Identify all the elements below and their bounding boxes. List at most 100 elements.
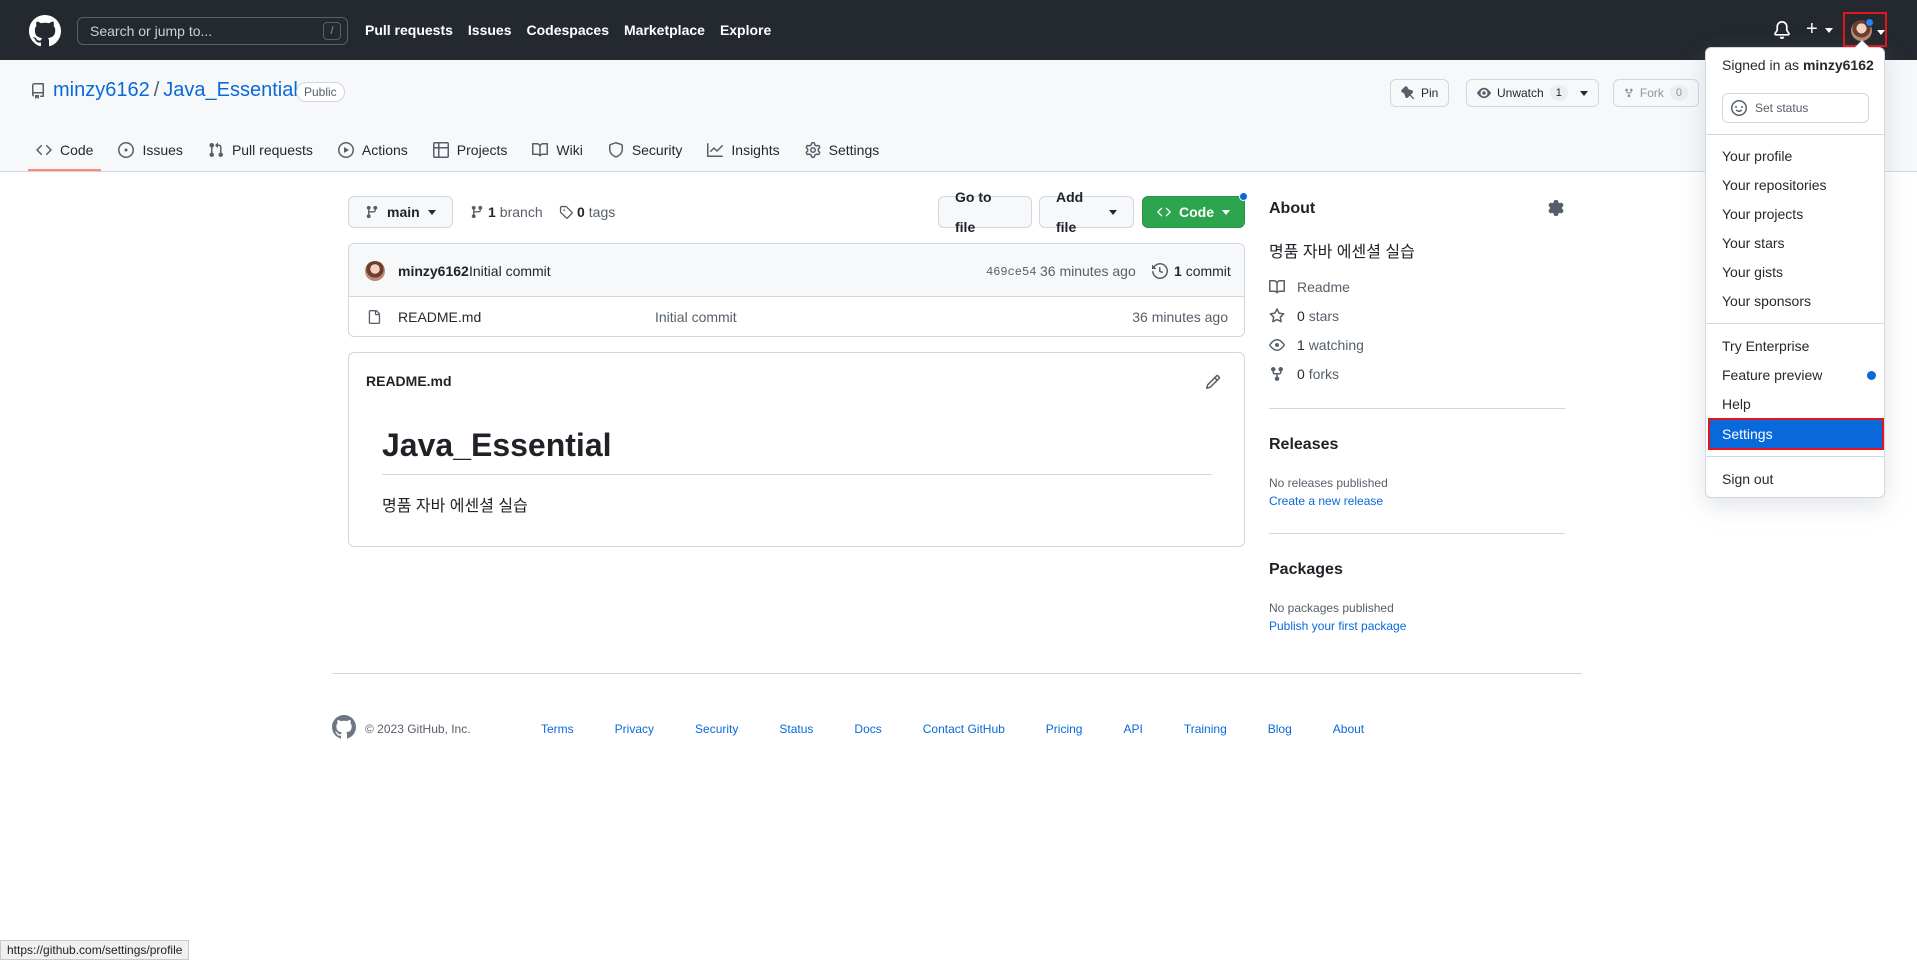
stars-link[interactable]: 0 stars (1269, 308, 1339, 324)
create-new-caret-icon[interactable] (1825, 28, 1833, 33)
about-description: 명품 자바 에센셜 실습 (1269, 244, 1415, 261)
tab-projects[interactable]: Projects (425, 129, 516, 171)
search-input[interactable]: Search or jump to... / (77, 17, 348, 45)
nav-issues[interactable]: Issues (468, 22, 512, 38)
fork-button[interactable]: Fork 0 (1613, 79, 1699, 107)
sidebar-divider (1269, 408, 1565, 409)
add-file-button[interactable]: Add file (1039, 189, 1134, 235)
code-button[interactable]: Code (1142, 196, 1245, 228)
commit-sha-link[interactable]: 469ce54 (986, 265, 1036, 279)
branches-link[interactable]: 1 branch (470, 204, 543, 220)
footer-link-status[interactable]: Status (779, 722, 813, 736)
repo-name-link[interactable]: Java_Essential (163, 79, 298, 101)
avatar[interactable] (365, 261, 385, 281)
footer-link-privacy[interactable]: Privacy (615, 722, 654, 736)
file-list: minzy6162 Initial commit 469ce54 36 minu… (348, 243, 1245, 337)
footer-link-contact[interactable]: Contact GitHub (923, 722, 1005, 736)
go-to-file-button[interactable]: Go to file (938, 189, 1032, 235)
footer-copyright: © 2023 GitHub, Inc. (365, 722, 471, 736)
fork-label: Fork (1639, 86, 1664, 100)
global-nav: Pull requests Issues Codespaces Marketpl… (365, 0, 786, 60)
graph-icon (707, 143, 724, 157)
pencil-icon[interactable] (1205, 374, 1221, 390)
create-new-plus-icon[interactable]: + (1806, 19, 1818, 39)
repo-owner-link[interactable]: minzy6162 (53, 79, 150, 101)
menu-item-help[interactable]: Help (1722, 396, 1751, 412)
menu-item-your-projects[interactable]: Your projects (1722, 206, 1803, 222)
about-title: About (1269, 200, 1316, 217)
watchers-link[interactable]: 1 watching (1269, 337, 1364, 353)
footer-link-security[interactable]: Security (695, 722, 738, 736)
watching-count: 1 (1297, 337, 1305, 353)
chevron-down-icon (427, 209, 436, 215)
footer-divider (332, 673, 1582, 674)
readme-filename-link[interactable]: README.md (366, 373, 452, 389)
tab-settings[interactable]: Settings (797, 129, 888, 171)
readme-link[interactable]: Readme (1269, 279, 1350, 295)
footer-link-docs[interactable]: Docs (854, 722, 881, 736)
releases-title-link[interactable]: Releases (1269, 436, 1338, 454)
pin-label: Pin (1421, 86, 1439, 100)
tab-code[interactable]: Code (28, 129, 102, 171)
github-logo-icon[interactable] (29, 15, 61, 47)
footer-link-blog[interactable]: Blog (1268, 722, 1292, 736)
menu-item-try-enterprise[interactable]: Try Enterprise (1722, 338, 1809, 354)
nav-explore[interactable]: Explore (720, 22, 771, 38)
menu-item-feature-preview[interactable]: Feature preview (1722, 367, 1822, 383)
menu-item-settings[interactable]: Settings (1708, 418, 1884, 450)
forks-link[interactable]: 0 forks (1269, 366, 1339, 382)
unwatch-button[interactable]: Unwatch 1 (1466, 79, 1599, 107)
file-commit-message-link[interactable]: Initial commit (655, 309, 737, 325)
nav-codespaces[interactable]: Codespaces (527, 22, 609, 38)
tab-projects-label: Projects (456, 142, 508, 158)
tab-actions[interactable]: Actions (330, 129, 416, 171)
nav-pull-requests[interactable]: Pull requests (365, 22, 453, 38)
unwatch-label: Unwatch (1497, 86, 1544, 100)
footer-link-about[interactable]: About (1333, 722, 1364, 736)
file-name-link[interactable]: README.md (398, 309, 481, 325)
menu-item-your-stars[interactable]: Your stars (1722, 235, 1785, 251)
chevron-down-icon (1222, 209, 1230, 215)
tab-wiki-label: Wiki (556, 142, 583, 158)
commit-message-link[interactable]: Initial commit (469, 263, 551, 279)
footer-link-api[interactable]: API (1123, 722, 1142, 736)
menu-item-your-repositories[interactable]: Your repositories (1722, 177, 1827, 193)
pin-button[interactable]: Pin (1390, 79, 1450, 107)
bell-icon[interactable] (1773, 21, 1791, 39)
gear-icon[interactable] (1548, 200, 1564, 216)
tag-icon (559, 205, 573, 219)
branch-select-button[interactable]: main (348, 196, 453, 228)
packages-title-link[interactable]: Packages (1269, 561, 1343, 579)
packages-empty-text: No packages published (1269, 601, 1394, 615)
set-status-button[interactable]: Set status (1722, 93, 1869, 123)
github-logo-icon[interactable] (332, 715, 356, 739)
menu-item-sign-out[interactable]: Sign out (1722, 471, 1773, 487)
commit-history-link[interactable]: 1 commit (1152, 263, 1231, 279)
tab-pull-requests[interactable]: Pull requests (200, 129, 321, 171)
publish-package-link[interactable]: Publish your first package (1269, 619, 1406, 633)
footer-link-pricing[interactable]: Pricing (1046, 722, 1083, 736)
menu-divider (1706, 456, 1884, 457)
tab-pull-requests-label: Pull requests (231, 142, 313, 158)
menu-item-your-profile[interactable]: Your profile (1722, 148, 1792, 164)
menu-divider (1706, 323, 1884, 324)
stars-label: stars (1308, 308, 1340, 324)
footer-link-terms[interactable]: Terms (541, 722, 574, 736)
tab-security[interactable]: Security (600, 129, 691, 171)
create-release-link[interactable]: Create a new release (1269, 494, 1383, 508)
menu-item-your-gists[interactable]: Your gists (1722, 264, 1783, 280)
visibility-badge: Public (296, 82, 345, 102)
menu-item-your-sponsors[interactable]: Your sponsors (1722, 293, 1811, 309)
sidebar-divider (1269, 533, 1565, 534)
tags-link[interactable]: 0 tags (559, 204, 615, 220)
branch-icon (366, 205, 378, 219)
footer-link-training[interactable]: Training (1184, 722, 1227, 736)
tab-settings-label: Settings (828, 142, 880, 158)
commit-time: 36 minutes ago (1040, 263, 1136, 279)
tab-insights[interactable]: Insights (699, 129, 787, 171)
tab-wiki[interactable]: Wiki (524, 129, 590, 171)
commit-author-link[interactable]: minzy6162 (398, 263, 469, 279)
nav-marketplace[interactable]: Marketplace (624, 22, 705, 38)
code-icon (1157, 207, 1171, 217)
tab-issues[interactable]: Issues (110, 129, 190, 171)
